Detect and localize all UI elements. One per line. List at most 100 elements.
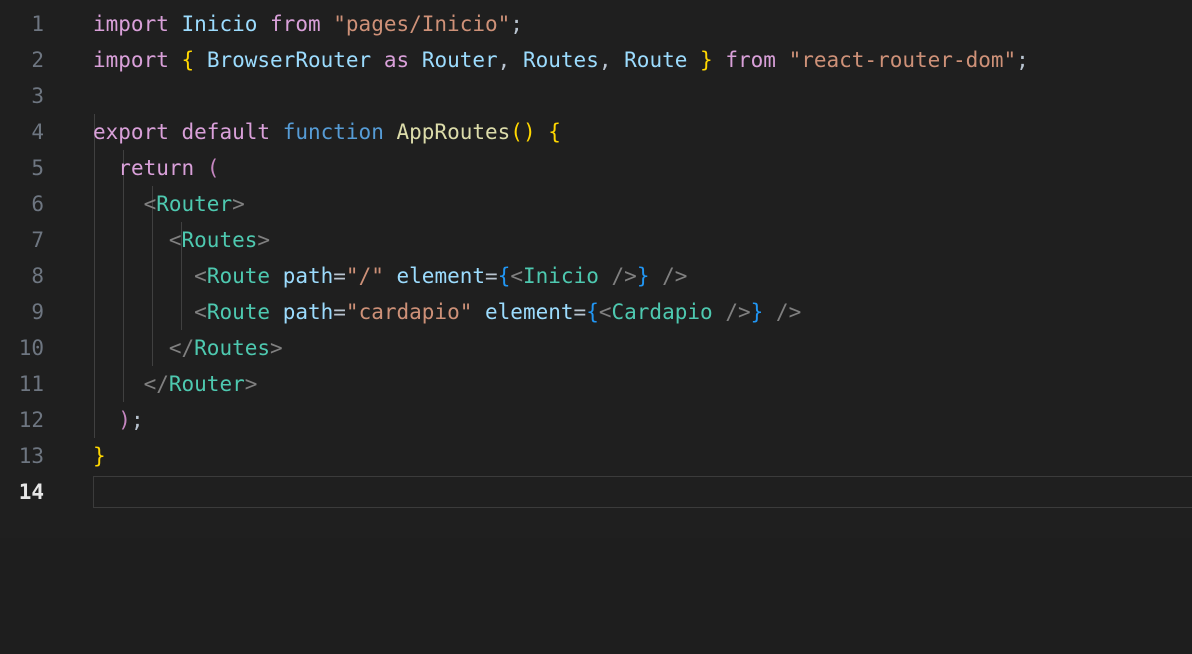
code-line-2[interactable]: 2 import { BrowserRouter as Router, Rout… — [0, 42, 1192, 78]
brace-close: } — [93, 444, 106, 468]
identifier-browserrouter: BrowserRouter — [206, 48, 372, 72]
angle-open: < — [168, 228, 182, 252]
line-number-9: 9 — [31, 300, 44, 324]
identifier-routes: Routes — [522, 48, 599, 72]
code-line-10[interactable]: 10 </Routes> — [0, 330, 1192, 366]
code-line-3[interactable]: 3 — [0, 78, 1192, 114]
code-editor[interactable]: 1 import Inicio from "pages/Inicio"; 2 i… — [0, 0, 1192, 538]
code-line-1[interactable]: 1 import Inicio from "pages/Inicio"; — [0, 6, 1192, 42]
code-line-6[interactable]: 6 <Router> — [0, 186, 1192, 222]
code-line-13[interactable]: 13 } — [0, 438, 1192, 474]
line-content-13[interactable]: } — [93, 438, 1192, 474]
code-line-12[interactable]: 12 ); — [0, 402, 1192, 438]
paren-open: ( — [206, 156, 220, 180]
line-content-2[interactable]: import { BrowserRouter as Router, Routes… — [93, 42, 1192, 78]
comma: , — [497, 48, 511, 72]
line-number-10: 10 — [18, 336, 44, 360]
line-number-13: 13 — [18, 444, 44, 468]
jsx-tag-routes: Routes — [194, 336, 271, 360]
line-number-11: 11 — [18, 372, 44, 396]
line-content-9[interactable]: <Route path="cardapio" element={<Cardapi… — [93, 294, 1192, 330]
angle-close: > — [270, 336, 283, 360]
string-cardapio-path: "cardapio" — [345, 300, 473, 324]
jsx-attr-element: element — [396, 264, 486, 288]
string-react-router-dom: "react-router-dom" — [788, 48, 1017, 72]
keyword-import: import — [93, 48, 169, 72]
line-content-11[interactable]: </Router> — [93, 366, 1192, 402]
self-closing-slash: /> — [662, 264, 688, 288]
line-content-5[interactable]: return ( — [93, 150, 1192, 186]
self-closing-slash: /> — [725, 300, 751, 324]
semicolon: ; — [510, 12, 523, 36]
equals: = — [573, 300, 587, 324]
line-content-12[interactable]: ); — [93, 402, 1192, 438]
function-name-approutes: AppRoutes — [396, 120, 511, 144]
line-content-3[interactable] — [93, 78, 1192, 114]
keyword-as: as — [383, 48, 410, 72]
jsx-brace-open: { — [497, 264, 511, 288]
jsx-attr-path: path — [282, 264, 334, 288]
angle-open-slash: </ — [143, 372, 169, 396]
line-number-2: 2 — [31, 48, 44, 72]
line-number-12: 12 — [18, 408, 44, 432]
keyword-function: function — [282, 120, 384, 144]
line-content-10[interactable]: </Routes> — [93, 330, 1192, 366]
line-content-8[interactable]: <Route path="/" element={<Inicio />} /> — [93, 258, 1192, 294]
code-line-8[interactable]: 8 <Route path="/" element={<Inicio />} /… — [0, 258, 1192, 294]
brace-close: } — [700, 48, 713, 72]
jsx-tag-router: Router — [168, 372, 245, 396]
jsx-tag-router: Router — [156, 192, 233, 216]
line-number-14: 14 — [18, 480, 44, 504]
equals: = — [333, 300, 346, 324]
line-number-4: 4 — [31, 120, 44, 144]
angle-open: < — [143, 192, 157, 216]
line-number-7: 7 — [31, 228, 44, 252]
line-content-7[interactable]: <Routes> — [93, 222, 1192, 258]
code-line-9[interactable]: 9 <Route path="cardapio" element={<Carda… — [0, 294, 1192, 330]
line-content-6[interactable]: <Router> — [93, 186, 1192, 222]
paren-close: ) — [118, 408, 131, 432]
keyword-import: import — [93, 12, 169, 36]
line-content-14[interactable] — [93, 474, 1192, 510]
code-line-4[interactable]: 4 export default function AppRoutes() { — [0, 114, 1192, 150]
code-line-5[interactable]: 5 return ( — [0, 150, 1192, 186]
jsx-tag-cardapio: Cardapio — [611, 300, 713, 324]
code-line-7[interactable]: 7 <Routes> — [0, 222, 1192, 258]
code-lines[interactable]: 1 import Inicio from "pages/Inicio"; 2 i… — [0, 6, 1192, 510]
identifier-router: Router — [421, 48, 498, 72]
line-content-1[interactable]: import Inicio from "pages/Inicio"; — [93, 6, 1192, 42]
code-line-11[interactable]: 11 </Router> — [0, 366, 1192, 402]
line-content-4[interactable]: export default function AppRoutes() { — [93, 114, 1192, 150]
line-number-3: 3 — [31, 84, 44, 108]
semicolon: ; — [130, 408, 144, 432]
jsx-brace-close: } — [750, 300, 764, 324]
angle-close: > — [257, 228, 271, 252]
code-line-14[interactable]: 14 — [0, 474, 1192, 510]
angle-open: < — [598, 300, 612, 324]
brace-open: { — [181, 48, 195, 72]
